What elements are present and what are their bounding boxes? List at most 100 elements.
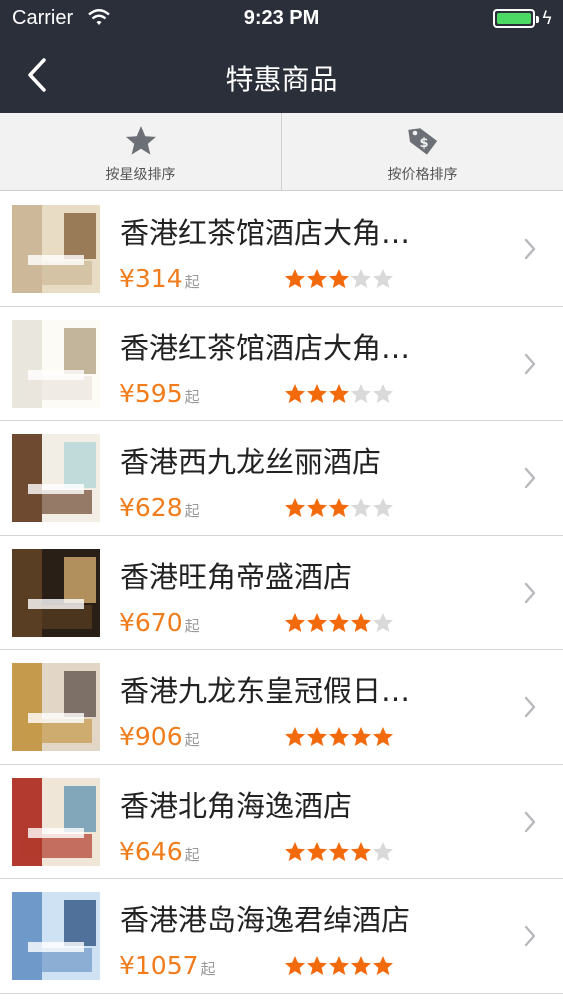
hotel-price: ¥670 起 [119,608,200,637]
price-unit: 起 [184,616,200,635]
top-bar: Carrier 9:23 PM ϟ 特惠商品 [0,0,563,113]
price-unit: 起 [184,273,200,291]
price-unit: 起 [200,960,216,978]
star-filled-icon [329,956,349,975]
star-filled-icon [307,956,327,975]
price-value: ¥595 [119,378,183,408]
hotel-name: 香港北角海逸酒店 [120,788,353,823]
chevron-right-icon [524,696,536,718]
star-filled-icon [329,383,349,403]
hotel-photo [12,319,100,408]
hotel-row[interactable]: 香港北角海逸酒店 ¥646 起 [0,764,563,879]
hotel-row[interactable]: 香港旺角帝盛酒店 ¥670 起 [0,535,563,650]
chevron-right-icon [524,811,536,832]
charging-icon: ϟ [541,8,553,29]
chevron-right-icon [524,582,536,603]
star-filled-icon [307,498,327,517]
star-rating [284,497,394,519]
star-filled-icon [285,383,305,403]
hotel-price: ¥1057 起 [119,951,216,980]
sort-by-star-label: 按星级排序 [105,166,176,183]
price-unit: 起 [184,731,200,749]
star-filled-icon [329,727,349,746]
star-empty-icon [373,269,393,288]
hotel-row[interactable]: 香港红茶馆酒店大角… ¥314 起 [0,192,563,307]
chevron-right-icon [524,925,536,947]
star-empty-icon [373,841,393,861]
price-value: ¥628 [119,493,183,522]
price-value: ¥670 [119,607,183,637]
star-filled-icon [307,612,327,632]
hotel-name: 香港红茶馆酒店大角… [120,330,411,365]
star-filled-icon [307,383,327,403]
star-filled-icon [285,841,305,861]
star-filled-icon [307,727,327,746]
hotel-price: ¥906 起 [119,722,200,751]
star-filled-icon [351,841,371,861]
star-empty-icon [351,383,371,403]
star-filled-icon [329,269,349,288]
hotel-name: 香港红茶馆酒店大角… [120,216,411,250]
page-title: 特惠商品 [225,63,338,96]
hotel-row[interactable]: 香港九龙东皇冠假日… ¥906 起 [0,650,563,765]
hotel-row[interactable]: 香港港岛海逸君绰酒店 ¥1057 起 [0,879,563,994]
status-bar: Carrier 9:23 PM ϟ [0,0,563,40]
star-empty-icon [373,498,393,517]
hotel-photo [12,548,100,637]
star-filled-icon [329,841,349,861]
hotel-price: ¥646 起 [119,837,200,866]
hotel-name: 香港旺角帝盛酒店 [120,559,353,594]
star-filled-icon [351,727,371,746]
hotel-price: ¥595 起 [119,379,200,408]
price-value: ¥1057 [119,951,199,980]
star-rating [284,383,394,405]
hotel-row[interactable]: 香港西九龙丝丽酒店 ¥628 起 [0,421,563,536]
hotel-row[interactable]: 香港红茶馆酒店大角… ¥595 起 [0,306,563,421]
star-filled-icon [285,498,305,517]
star-filled-icon [329,498,349,517]
chevron-right-icon [524,467,536,489]
star-filled-icon [351,612,371,632]
battery-icon [493,9,539,28]
hotel-price: ¥628 起 [119,493,200,522]
star-empty-icon [351,498,371,517]
hotel-photo [12,663,100,751]
hotel-name: 香港港岛海逸君绰酒店 [120,903,411,937]
star-empty-icon [373,383,393,403]
sort-by-star-button[interactable]: 按星级排序 [0,113,281,190]
status-time: 9:23 PM [243,7,320,29]
hotel-name: 香港九龙东皇冠假日… [120,674,411,708]
star-filled-icon [351,956,371,975]
star-filled-icon [285,269,305,288]
hotel-list: 香港红茶馆酒店大角… ¥314 起 香港红茶馆酒店大角… ¥595 起 香港西九… [0,192,563,994]
price-tag-icon: $ [407,127,437,155]
nav-bar: 特惠商品 [0,40,563,113]
svg-text:$: $ [419,136,428,151]
hotel-photo [12,205,100,293]
star-filled-icon [373,727,393,746]
hotel-price: ¥314 起 [119,264,200,293]
star-rating [284,955,394,977]
hotel-name: 香港西九龙丝丽酒店 [120,445,382,479]
star-filled-icon [329,612,349,632]
star-filled-icon [373,956,393,975]
star-empty-icon [373,612,393,632]
hotel-photo [12,892,100,980]
sort-by-price-label: 按价格排序 [387,166,458,183]
star-filled-icon [307,269,327,288]
star-filled-icon [285,956,305,975]
star-icon [125,125,156,155]
price-value: ¥314 [119,264,183,293]
sort-by-price-button[interactable]: $ 按价格排序 [281,113,563,190]
star-filled-icon [307,841,327,861]
star-rating [284,841,394,863]
price-unit: 起 [184,845,200,864]
star-rating [284,726,394,748]
price-unit: 起 [184,387,200,406]
chevron-right-icon [524,353,536,374]
hotel-photo [12,434,100,522]
price-value: ¥646 [119,836,183,866]
star-filled-icon [285,612,305,632]
star-empty-icon [351,269,371,288]
chevron-right-icon [524,238,536,260]
